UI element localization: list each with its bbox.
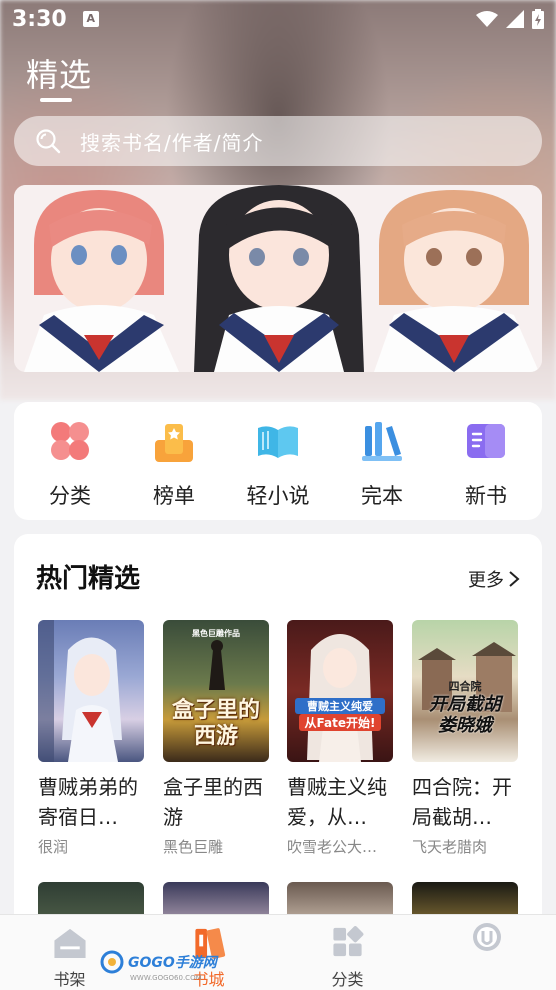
bookshelf-icon <box>53 928 86 959</box>
book-title: 曹贼主义纯爱，从… <box>287 775 387 829</box>
shortcut-new-books[interactable]: 新书 <box>441 402 531 520</box>
search-input[interactable]: 搜索书名/作者/简介 <box>14 116 542 166</box>
book-title: 四合院：开局截胡… <box>412 775 512 829</box>
search-icon <box>34 127 62 155</box>
chevron-right-icon <box>509 571 520 587</box>
book-author: 吹雪老公大… <box>287 838 378 856</box>
ranking-icon <box>155 424 193 462</box>
nav-profile[interactable] <box>417 915 556 990</box>
book-author: 很润 <box>38 838 69 856</box>
page-title: 精选 <box>26 56 93 94</box>
featured-banner[interactable] <box>14 185 542 372</box>
shortcut-categories[interactable]: 分类 <box>25 402 115 520</box>
four-petal-icon <box>51 422 89 460</box>
book-card[interactable]: 四合院 开局截胡娄晓娥 四合院：开局截胡… 飞天老腊肉 <box>412 620 518 857</box>
watermark-logo: GOGO手游网 <box>100 950 217 974</box>
bottom-navigation: 书架 书城 分类 <box>0 914 556 990</box>
watermark-url: WWW.GOGO60.COM <box>130 974 202 982</box>
cover-title-text: 盒子里的西游 <box>171 698 260 749</box>
book-card[interactable]: 曹贼弟弟的寄宿日… 很润 <box>38 620 144 857</box>
battery-icon <box>532 9 544 29</box>
book-card[interactable]: 曹贼主义纯爱 从Fate开始! 曹贼主义纯爱，从… 吹雪老公大… <box>287 620 393 857</box>
status-time: 3:30 <box>12 6 67 32</box>
search-placeholder: 搜索书名/作者/简介 <box>80 130 264 155</box>
cover-top-text: 四合院 <box>448 680 482 693</box>
wifi-icon <box>476 11 498 27</box>
category-shortcuts: 分类 榜单 轻小说 完本 新书 <box>14 402 542 520</box>
shortcut-ranking[interactable]: 榜单 <box>129 402 219 520</box>
open-book-icon <box>258 426 298 458</box>
book-cover: 黑色巨雕作品 盒子里的西游 <box>163 620 269 762</box>
category-icon <box>332 926 363 957</box>
hot-picks-section: 热门精选 更多 曹贼弟弟的寄宿日… 很润 黑色巨雕作品 盒子里的西游 盒子里的西… <box>14 534 542 954</box>
status-bar: 3:30 A <box>0 0 556 38</box>
more-label: 更多 <box>468 570 504 591</box>
nav-category[interactable]: 分类 <box>278 915 417 990</box>
banner-illustration <box>14 185 542 372</box>
nav-label: 书架 <box>53 970 86 989</box>
shortcut-label: 轻小说 <box>246 484 310 508</box>
more-button[interactable]: 更多 <box>468 566 520 592</box>
shortcut-completed[interactable]: 完本 <box>337 402 427 520</box>
shortcut-label: 分类 <box>49 484 91 508</box>
book-cover <box>38 620 144 762</box>
cover-title-text: 开局截胡娄晓娥 <box>429 694 501 736</box>
book-author: 黑色巨雕 <box>163 838 224 856</box>
watermark-icon <box>100 950 124 974</box>
title-underline <box>40 98 72 102</box>
cover-title-text: 曹贼主义纯爱 <box>295 698 385 714</box>
profile-icon <box>472 923 501 951</box>
watermark-brand: GOGO手游网 <box>128 955 217 971</box>
shortcut-label: 完本 <box>361 484 403 508</box>
nav-label: 分类 <box>331 970 364 989</box>
shortcut-label: 榜单 <box>153 484 195 508</box>
book-card[interactable]: 黑色巨雕作品 盒子里的西游 盒子里的西游 黑色巨雕 <box>163 620 269 857</box>
book-author: 飞天老腊肉 <box>412 838 488 856</box>
books-shelf-icon <box>362 422 402 461</box>
book-cover: 四合院 开局截胡娄晓娥 <box>412 620 518 762</box>
book-cover: 曹贼主义纯爱 从Fate开始! <box>287 620 393 762</box>
shortcut-label: 新书 <box>465 484 507 508</box>
book-title: 曹贼弟弟的寄宿日… <box>38 775 138 829</box>
section-title: 热门精选 <box>36 564 141 594</box>
book-title: 盒子里的西游 <box>163 775 263 829</box>
cover-subtitle-text: 从Fate开始! <box>299 714 381 731</box>
signal-icon <box>506 10 524 28</box>
new-book-icon <box>467 424 505 458</box>
shortcut-light-novel[interactable]: 轻小说 <box>233 402 323 520</box>
notification-badge: A <box>82 11 99 27</box>
